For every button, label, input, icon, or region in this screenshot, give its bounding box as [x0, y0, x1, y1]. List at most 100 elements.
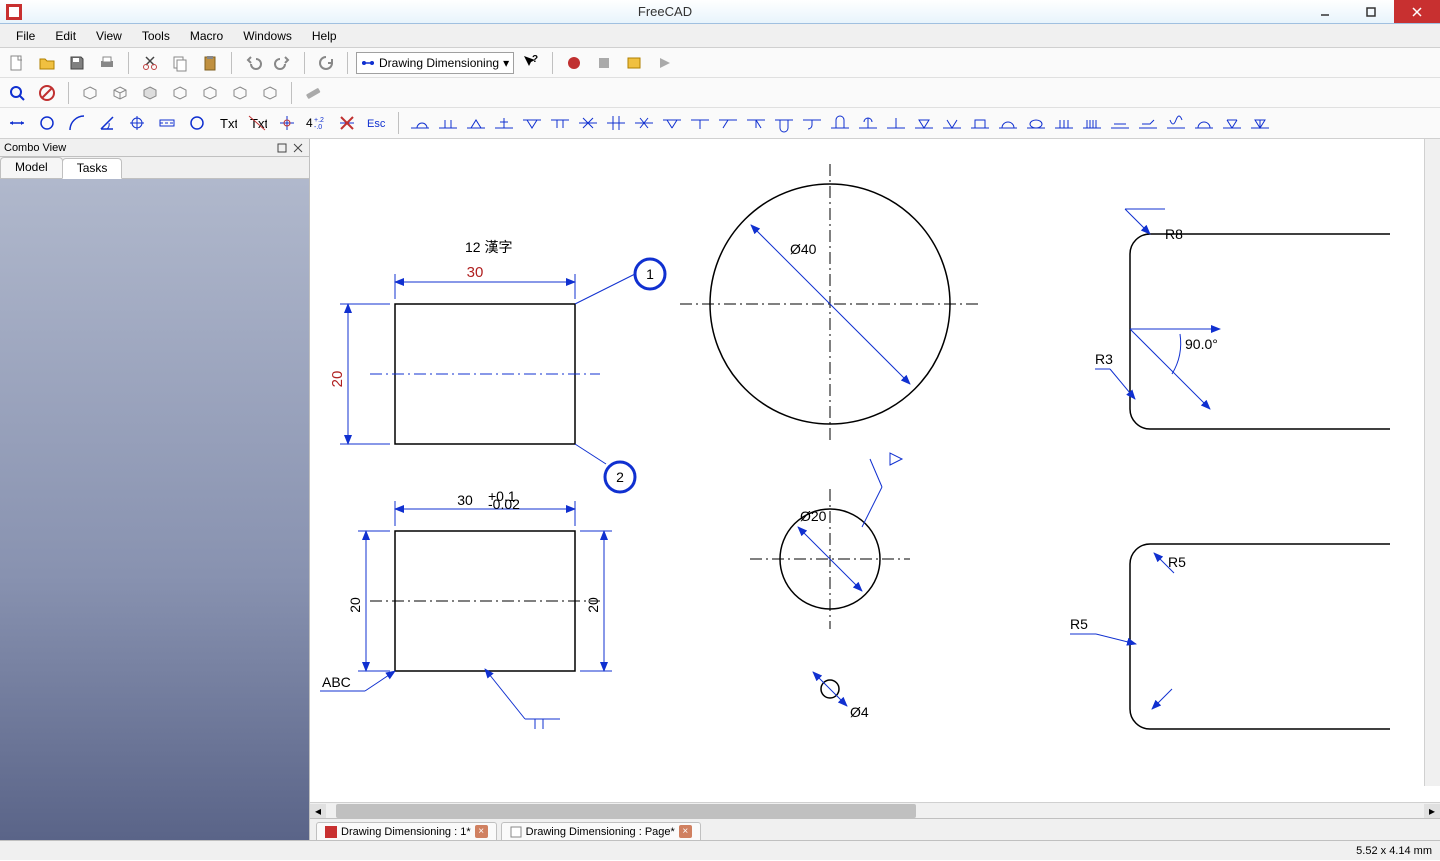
undock-icon[interactable] [275, 141, 289, 155]
close-panel-icon[interactable] [291, 141, 305, 155]
weld-symbol-6[interactable] [547, 110, 573, 136]
svg-text:R5: R5 [1168, 554, 1186, 570]
weld-symbol-12[interactable] [715, 110, 741, 136]
open-file-icon[interactable] [34, 50, 60, 76]
copy-icon[interactable] [167, 50, 193, 76]
weld-symbol-27[interactable] [1135, 110, 1161, 136]
circle-icon[interactable] [184, 110, 210, 136]
scroll-thumb[interactable] [336, 804, 916, 818]
weld-symbol-9[interactable] [631, 110, 657, 136]
stop-macro-icon[interactable] [591, 50, 617, 76]
weld-symbol-26[interactable] [1107, 110, 1133, 136]
record-macro-icon[interactable] [561, 50, 587, 76]
weld-symbol-16[interactable] [827, 110, 853, 136]
redo-icon[interactable] [270, 50, 296, 76]
tolerance-icon[interactable] [274, 110, 300, 136]
weld-symbol-25[interactable] [1079, 110, 1105, 136]
macros-icon[interactable] [621, 50, 647, 76]
weld-symbol-20[interactable] [939, 110, 965, 136]
weld-symbol-18[interactable] [883, 110, 909, 136]
chevron-down-icon: ▾ [503, 56, 509, 70]
menu-windows[interactable]: Windows [233, 27, 302, 45]
toolbar-dimensioning: Txt Txt 4+.2-.0 Esc [0, 108, 1440, 138]
weld-symbol-19[interactable] [911, 110, 937, 136]
whatsthis-icon[interactable]: ? [518, 50, 544, 76]
angle-dim-icon[interactable] [94, 110, 120, 136]
left-view-icon[interactable] [257, 80, 283, 106]
print-icon[interactable] [94, 50, 120, 76]
tab-tasks[interactable]: Tasks [62, 158, 123, 179]
weld-symbol-8[interactable] [603, 110, 629, 136]
iso-view-icon[interactable] [77, 80, 103, 106]
weld-symbol-3[interactable] [463, 110, 489, 136]
workbench-selector[interactable]: Drawing Dimensioning ▾ [356, 52, 514, 74]
bottom-view-icon[interactable] [227, 80, 253, 106]
menu-view[interactable]: View [86, 27, 132, 45]
scroll-left-icon[interactable]: ◂ [310, 804, 326, 818]
doc-tab-1[interactable]: Drawing Dimensioning : 1* × [316, 822, 497, 840]
center-mark-icon[interactable] [124, 110, 150, 136]
execute-macro-icon[interactable] [651, 50, 677, 76]
horizontal-scrollbar[interactable]: ◂ ▸ [310, 802, 1440, 818]
text-icon[interactable]: Txt [214, 110, 240, 136]
weld-symbol-29[interactable] [1191, 110, 1217, 136]
weld-symbol-1[interactable] [407, 110, 433, 136]
svg-text:Ø4: Ø4 [850, 704, 869, 720]
front-view-icon[interactable] [107, 80, 133, 106]
weld-symbol-4[interactable] [491, 110, 517, 136]
measure-icon[interactable] [300, 80, 326, 106]
weld-symbol-28[interactable] [1163, 110, 1189, 136]
close-tab-icon[interactable]: × [679, 825, 692, 838]
tab-model[interactable]: Model [0, 157, 63, 178]
zoom-fit-icon[interactable] [4, 80, 30, 106]
delete-dim-icon[interactable] [334, 110, 360, 136]
weld-symbol-2[interactable] [435, 110, 461, 136]
weld-symbol-13[interactable] [743, 110, 769, 136]
svg-text:20: 20 [347, 597, 363, 613]
centerline-icon[interactable] [154, 110, 180, 136]
weld-symbol-17[interactable] [855, 110, 881, 136]
drawing-canvas[interactable]: 30 20 12 漢字 1 2 [310, 139, 1440, 802]
refresh-icon[interactable] [313, 50, 339, 76]
rear-view-icon[interactable] [197, 80, 223, 106]
circular-dim-icon[interactable] [34, 110, 60, 136]
tolerance-text-icon[interactable]: 4+.2-.0 [304, 110, 330, 136]
weld-symbol-14[interactable] [771, 110, 797, 136]
maximize-button[interactable] [1348, 0, 1394, 23]
weld-symbol-21[interactable] [967, 110, 993, 136]
document-tabs: Drawing Dimensioning : 1* × Drawing Dime… [310, 818, 1440, 840]
weld-symbol-22[interactable] [995, 110, 1021, 136]
radius-dim-icon[interactable] [64, 110, 90, 136]
menu-file[interactable]: File [6, 27, 45, 45]
cut-icon[interactable] [137, 50, 163, 76]
close-tab-icon[interactable]: × [475, 825, 488, 838]
minimize-button[interactable] [1302, 0, 1348, 23]
edit-text-icon[interactable]: Txt [244, 110, 270, 136]
doc-tab-2[interactable]: Drawing Dimensioning : Page* × [501, 822, 701, 840]
menu-macro[interactable]: Macro [180, 27, 233, 45]
linear-dim-icon[interactable] [4, 110, 30, 136]
weld-symbol-11[interactable] [687, 110, 713, 136]
weld-symbol-15[interactable] [799, 110, 825, 136]
vertical-scrollbar[interactable] [1424, 139, 1440, 786]
save-icon[interactable] [64, 50, 90, 76]
weld-symbol-10[interactable] [659, 110, 685, 136]
paste-icon[interactable] [197, 50, 223, 76]
right-view-icon[interactable] [167, 80, 193, 106]
weld-symbol-5[interactable] [519, 110, 545, 136]
top-view-icon[interactable] [137, 80, 163, 106]
weld-symbol-23[interactable] [1023, 110, 1049, 136]
weld-symbol-7[interactable] [575, 110, 601, 136]
new-file-icon[interactable] [4, 50, 30, 76]
menu-edit[interactable]: Edit [45, 27, 86, 45]
weld-symbol-31[interactable] [1247, 110, 1273, 136]
scroll-right-icon[interactable]: ▸ [1424, 804, 1440, 818]
weld-symbol-30[interactable] [1219, 110, 1245, 136]
undo-icon[interactable] [240, 50, 266, 76]
menu-tools[interactable]: Tools [132, 27, 180, 45]
weld-symbol-24[interactable] [1051, 110, 1077, 136]
menu-help[interactable]: Help [302, 27, 347, 45]
close-button[interactable] [1394, 0, 1440, 23]
draw-style-icon[interactable] [34, 80, 60, 106]
escape-icon[interactable]: Esc [364, 110, 390, 136]
